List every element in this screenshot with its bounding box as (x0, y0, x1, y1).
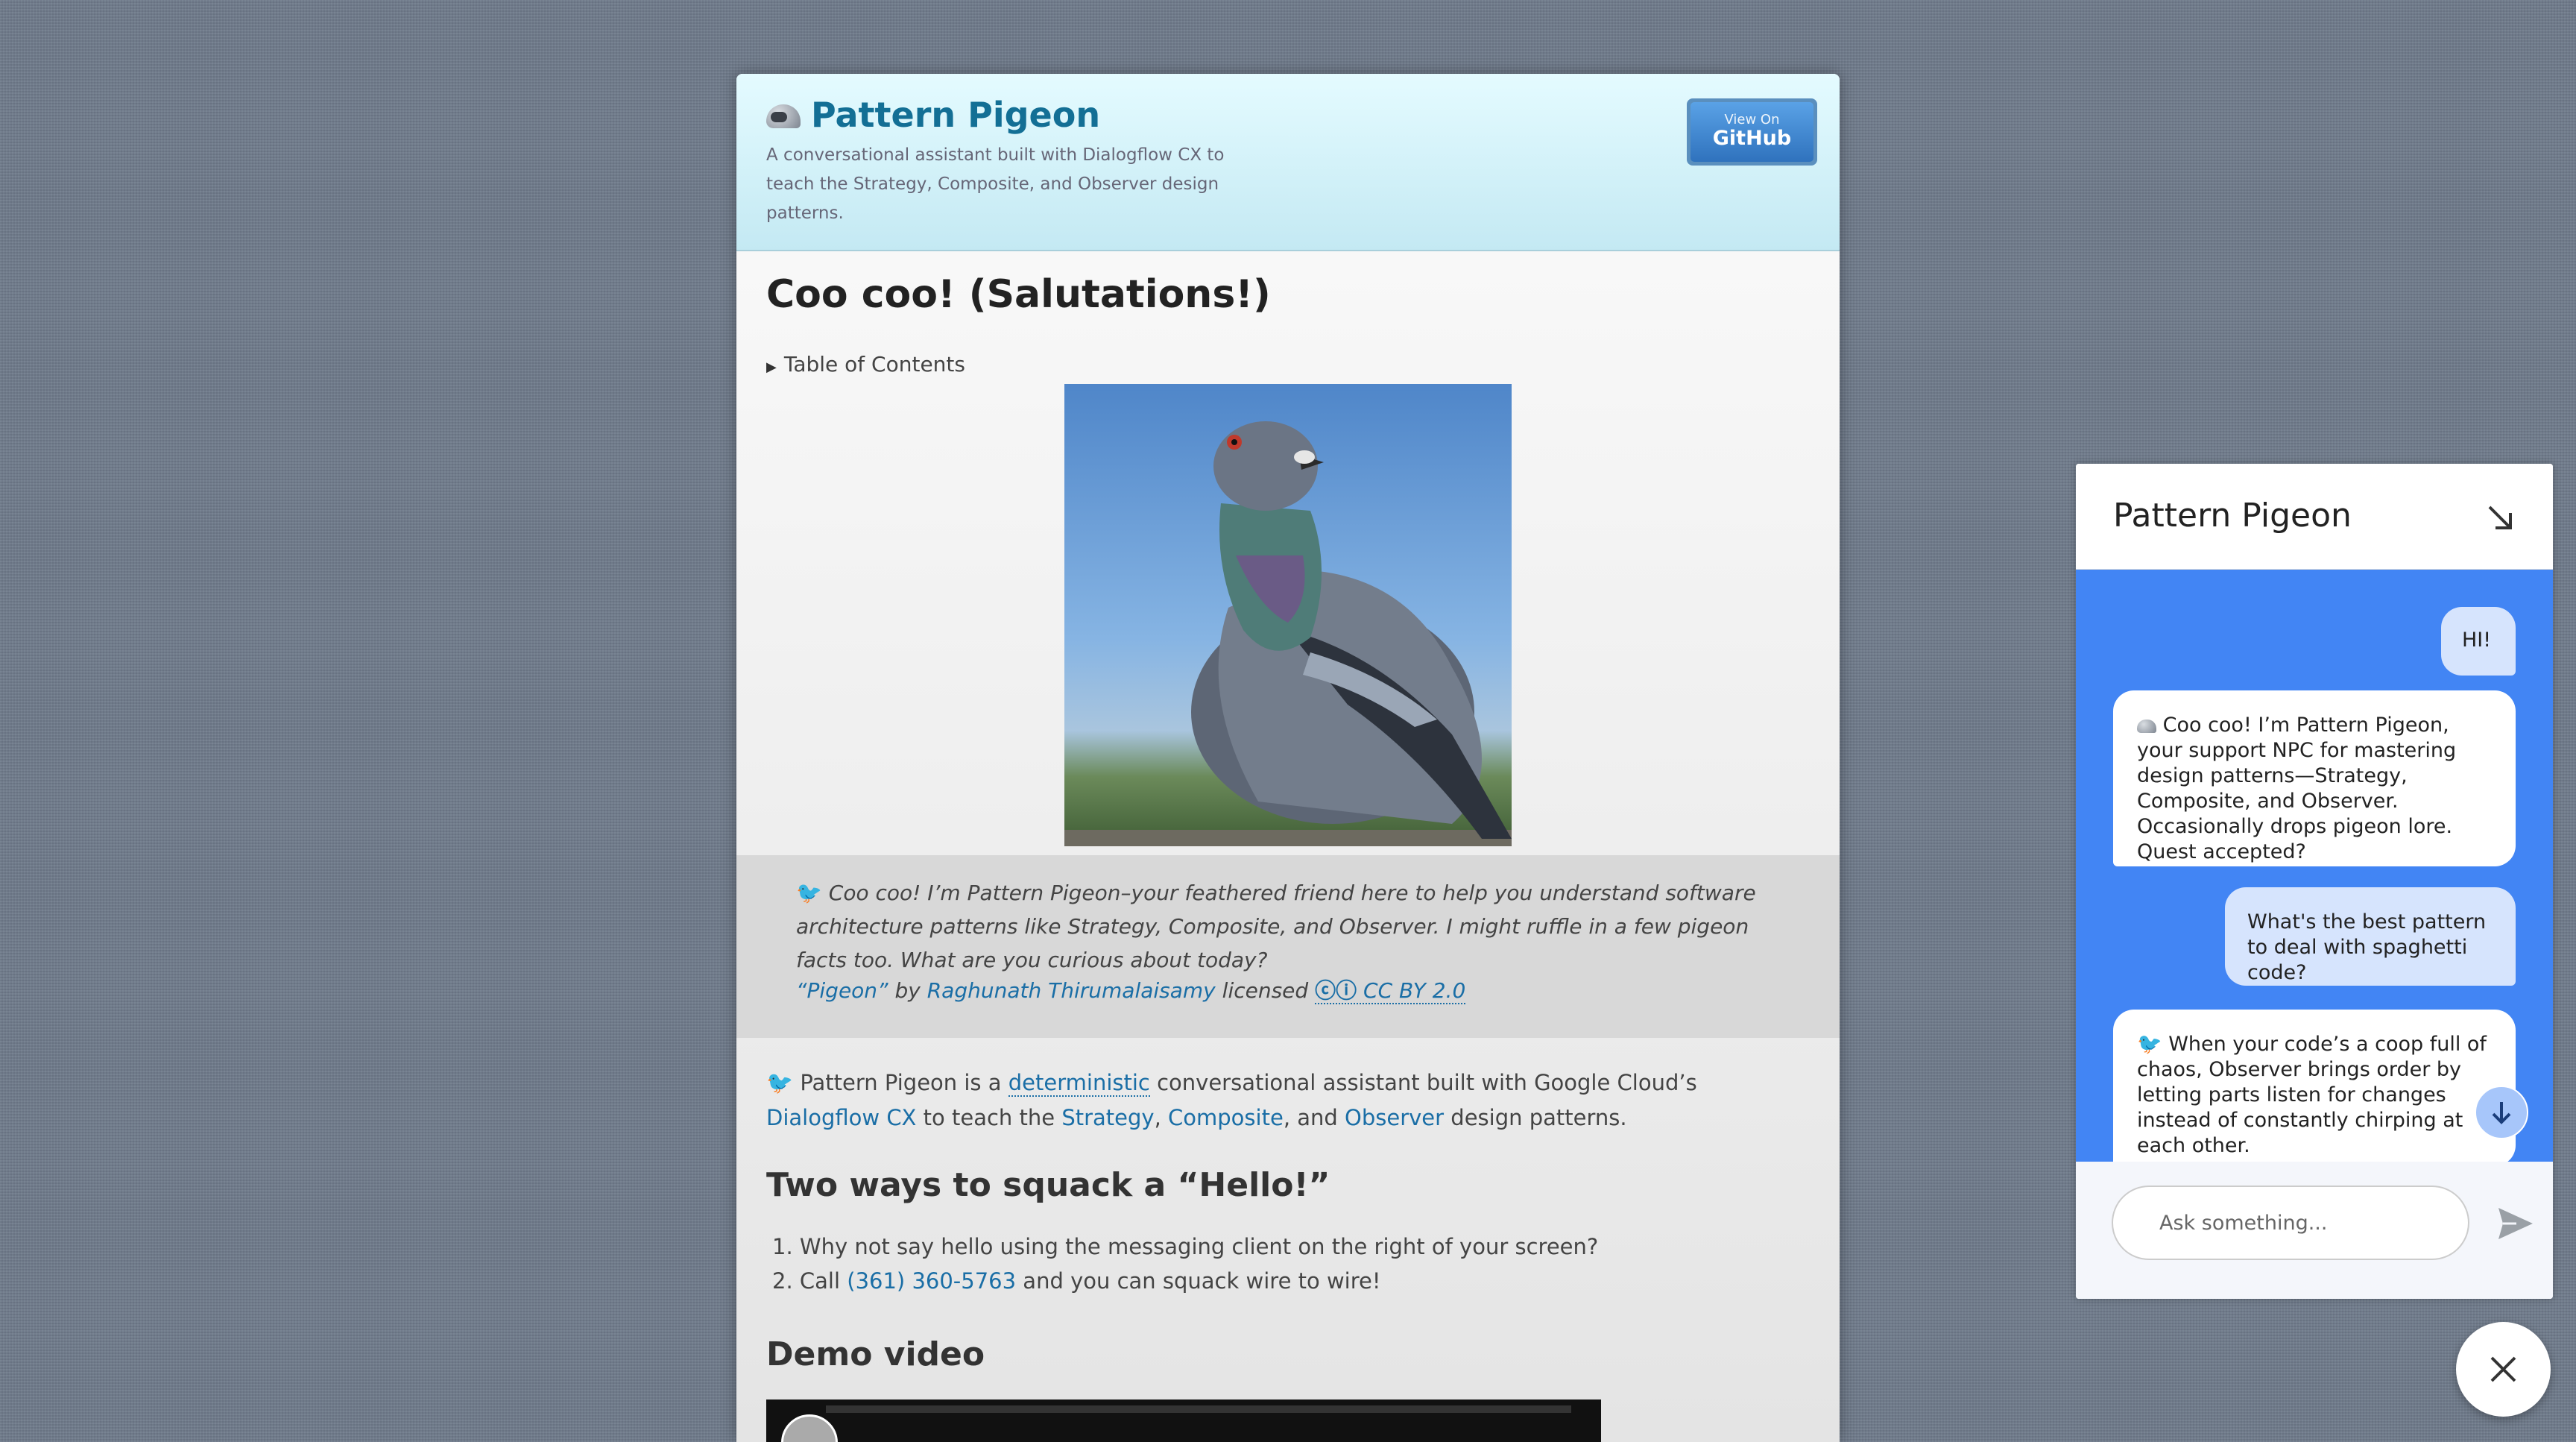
demo-video-heading: Demo video (766, 1335, 985, 1373)
minimize-arrow-icon[interactable] (2482, 500, 2519, 537)
toc-label: Table of Contents (783, 352, 965, 377)
bot-message: 🐦 When your code’s a coop full of chaos,… (2113, 1010, 2516, 1162)
bird-icon: 🐦 (766, 1070, 794, 1095)
view-on-github-button[interactable]: View On GitHub (1687, 98, 1817, 166)
helmet-icon (2137, 719, 2156, 733)
observer-link[interactable]: Observer (1345, 1105, 1444, 1130)
bot-message: Coo coo! I’m Pattern Pigeon, your suppor… (2113, 690, 2516, 866)
message-text: Coo coo! I’m Pattern Pigeon, your suppor… (2137, 714, 2457, 863)
cc-by-icon: ⓒⓘ (1315, 978, 1357, 1003)
intro-text: conversational assistant built with Goog… (1157, 1070, 1697, 1095)
video-thumbnail-toolbar (826, 1405, 1571, 1413)
close-icon (2490, 1356, 2516, 1382)
list-item-text: and you can squack wire to wire! (1023, 1268, 1381, 1294)
site-header: Pattern Pigeon A conversational assistan… (736, 74, 1840, 251)
list-number: 1. (772, 1234, 793, 1259)
credit-by: by (894, 978, 921, 1003)
list-item: 1. Why not say hello using the messaging… (772, 1230, 1598, 1264)
list-item: 2. Call (361) 360-5763 and you can squac… (772, 1264, 1598, 1298)
chat-input[interactable] (2112, 1186, 2469, 1260)
message-text: When your code’s a coop full of chaos, O… (2137, 1033, 2487, 1157)
message-text: HI! (2462, 629, 2492, 652)
bird-icon: 🐦 (2137, 1033, 2162, 1056)
intro-text: to teach the (923, 1105, 1055, 1130)
site-description: A conversational assistant built with Di… (766, 145, 1225, 223)
hello-list: 1. Why not say hello using the messaging… (772, 1230, 1598, 1298)
hello-heading: Two ways to squack a “Hello!” (766, 1166, 1330, 1204)
intro-text: , (1154, 1105, 1161, 1130)
message-text: What's the best pattern to deal with spa… (2247, 910, 2487, 984)
github-button-small-label: View On (1724, 112, 1780, 127)
site-title[interactable]: Pattern Pigeon (811, 95, 1100, 135)
send-icon[interactable] (2497, 1206, 2534, 1241)
chat-widget: Pattern Pigeon HI! Coo coo! I’m Pattern … (2076, 464, 2553, 1299)
list-number: 2. (772, 1268, 793, 1294)
arrow-down-icon (2492, 1102, 2511, 1124)
pigeon-photo (1064, 384, 1512, 846)
phone-link[interactable]: (361) 360-5763 (847, 1268, 1016, 1294)
deterministic-link[interactable]: deterministic (1008, 1070, 1150, 1097)
triangle-right-icon: ▶ (766, 359, 777, 375)
chat-title: Pattern Pigeon (2113, 497, 2352, 535)
intro-paragraph: 🐦 Pattern Pigeon is a deterministic conv… (766, 1065, 1810, 1136)
quote-text: 🐦 Coo coo! I’m Pattern Pigeon–your feath… (796, 876, 1795, 977)
list-item-text: Call (799, 1268, 841, 1294)
composite-link[interactable]: Composite (1168, 1105, 1284, 1130)
helmet-icon (766, 101, 802, 128)
chat-input-area (2076, 1162, 2553, 1299)
credit-author-link[interactable]: Raghunath Thirumalaisamy (927, 978, 1216, 1003)
user-message: What's the best pattern to deal with spa… (2225, 887, 2516, 986)
photo-credit: “Pigeon” by Raghunath Thirumalaisamy lic… (796, 975, 1466, 1004)
quote-block: 🐦 Coo coo! I’m Pattern Pigeon–your feath… (736, 855, 1840, 1038)
chat-header: Pattern Pigeon (2076, 464, 2553, 570)
user-message: HI! (2441, 607, 2516, 676)
article-page: Pattern Pigeon A conversational assistan… (736, 74, 1840, 1442)
credit-title-link[interactable]: “Pigeon” (796, 978, 888, 1003)
intro-text: Pattern Pigeon is a (800, 1070, 1002, 1095)
quote-body: Coo coo! I’m Pattern Pigeon–your feather… (796, 881, 1756, 972)
close-chat-button[interactable] (2456, 1322, 2551, 1417)
license-link[interactable]: ⓒⓘ CC BY 2.0 (1315, 978, 1466, 1004)
strategy-link[interactable]: Strategy (1061, 1105, 1154, 1130)
channel-avatar (781, 1414, 838, 1442)
brand[interactable]: Pattern Pigeon (766, 95, 1100, 135)
license-label: CC BY 2.0 (1363, 978, 1466, 1003)
scroll-down-button[interactable] (2475, 1086, 2528, 1139)
github-button-label: GitHub (1712, 127, 1792, 150)
intro-text: design patterns. (1450, 1105, 1627, 1130)
chat-messages[interactable]: HI! Coo coo! I’m Pattern Pigeon, your su… (2076, 570, 2553, 1162)
credit-licensed: licensed (1222, 978, 1309, 1003)
table-of-contents-toggle[interactable]: ▶ Table of Contents (766, 352, 965, 377)
page-heading: Coo coo! (Salutations!) (766, 272, 1271, 317)
list-item-text: Why not say hello using the messaging cl… (799, 1234, 1599, 1259)
dialogflow-link[interactable]: Dialogflow CX (766, 1105, 916, 1130)
bird-icon: 🐦 (796, 881, 822, 905)
demo-video-embed[interactable] (766, 1400, 1601, 1442)
intro-text: , and (1283, 1105, 1338, 1130)
